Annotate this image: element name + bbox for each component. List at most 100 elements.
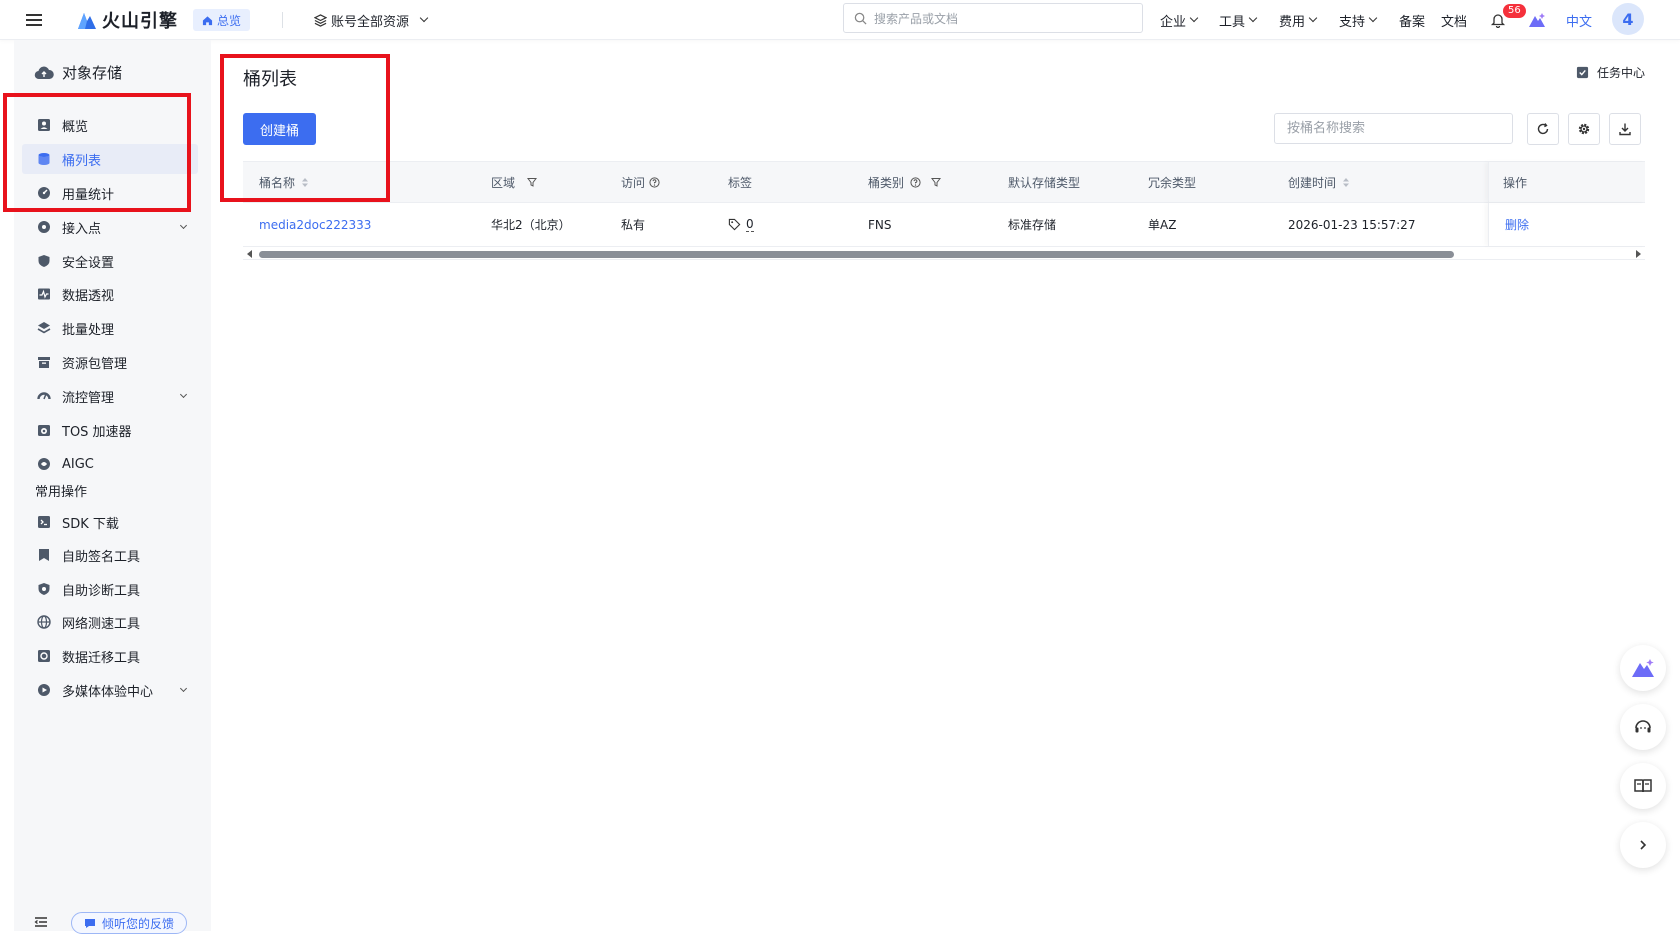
settings-button[interactable] [1568,113,1600,145]
sidebar-item-label: TOS 加速器 [62,424,132,440]
avatar[interactable]: 4 [1612,3,1644,35]
brand-name: 火山引擎 [102,11,178,32]
sidebar-item-signature-tool[interactable]: 自助签名工具 [22,540,198,570]
column-header-label: 标签 [728,175,753,190]
column-header-access[interactable]: 访问 [621,162,660,202]
bookmark-icon [36,547,52,563]
sidebar-item-speed-test[interactable]: 网络测速工具 [22,607,198,637]
customer-service-float-button[interactable] [1620,704,1666,750]
cloud-storage-icon [34,66,54,79]
ai-assistant-float-button[interactable] [1620,645,1666,691]
redundancy-cell: 单AZ [1148,218,1177,232]
help-icon [649,176,660,188]
nav-support[interactable]: 支持 [1339,0,1378,40]
sidebar-item-batch[interactable]: 批量处理 [22,313,198,343]
filter-icon [527,178,538,187]
sidebar-item-diagnose-tool[interactable]: 自助诊断工具 [22,574,198,604]
ai-assistant-icon [1632,659,1654,677]
chevron-down-icon [1368,13,1378,23]
nav-enterprise[interactable]: 企业 [1160,0,1199,40]
column-header-created[interactable]: 创建时间 [1288,162,1350,202]
nav-docs[interactable]: 文档 [1441,0,1467,40]
sidebar-item-label: AIGC [62,456,94,472]
horizontal-scrollbar[interactable] [243,248,1645,260]
task-center-label: 任务中心 [1597,66,1646,80]
pulse-icon [36,286,52,302]
access-point-icon [36,219,52,235]
column-header-redundancy: 冗余类型 [1148,162,1196,202]
sidebar-title-label: 对象存储 [62,64,123,82]
bucket-name-search-input[interactable] [1274,113,1513,144]
top-bar: 火山引擎 总览 账号全部资源 搜索产品或文档 企业 工具 费用 支持 备案 文档… [0,0,1680,40]
sidebar-item-media-center[interactable]: 多媒体体验中心 [22,675,198,705]
tags-count[interactable]: 0 [746,217,754,232]
delete-bucket-link[interactable]: 删除 [1505,203,1529,246]
sidebar-item-label: 自助签名工具 [62,549,141,565]
sidebar-item-label: 网络测速工具 [62,616,141,632]
sidebar-title[interactable]: 对象存储 [34,62,122,83]
scroll-right-icon[interactable] [1635,250,1641,258]
sidebar-item-label: 资源包管理 [62,356,128,372]
sidebar-item-access-point[interactable]: 接入点 [22,212,198,242]
expand-float-button[interactable] [1620,822,1666,868]
bucket-name-link[interactable]: media2doc222333 [259,203,371,246]
column-header-category[interactable]: 桶类别 [868,162,942,202]
nav-tools[interactable]: 工具 [1219,0,1258,40]
ops-column-cell: 删除 [1488,203,1645,246]
divider [282,12,283,28]
layers-icon [36,320,52,336]
column-header-storage-class: 默认存储类型 [1008,162,1080,202]
account-scope-selector[interactable]: 账号全部资源 [314,0,429,40]
sidebar-item-security[interactable]: 安全设置 [22,246,198,276]
tags-cell[interactable]: 0 [728,203,754,246]
task-center-button[interactable]: 任务中心 [1576,64,1645,81]
menu-icon[interactable] [26,0,42,40]
aigc-icon [36,456,52,472]
column-header-label: 桶类别 [868,175,905,190]
scroll-left-icon[interactable] [247,250,253,258]
sidebar-item-data-insight[interactable]: 数据透视 [22,279,198,309]
shield-icon [36,253,52,269]
sidebar-item-label: 数据透视 [62,288,115,304]
chevron-down-icon [1189,13,1199,23]
sidebar-item-tos-accelerator[interactable]: TOS 加速器 [22,415,198,445]
nav-billing[interactable]: 费用 [1279,0,1318,40]
nav-enterprise-label: 企业 [1160,14,1187,30]
home-button[interactable]: 总览 [193,9,251,31]
sidebar-item-label: 接入点 [62,221,102,237]
feedback-label: 倾听您的反馈 [102,916,175,931]
brand-logo[interactable]: 火山引擎 [76,0,178,40]
gauge-icon [36,388,52,404]
book-icon [1634,779,1652,793]
nav-docs-label: 文档 [1441,14,1468,30]
bucket-table: 桶名称 区域 访问 标签 桶类别 默认存储类型 冗余类型 创建时间 操作 med… [243,161,1645,247]
migrate-icon [36,648,52,664]
refresh-button[interactable] [1527,113,1559,145]
checkbox-icon [1576,66,1589,79]
main-content: 桶列表 任务中心 创建桶 桶名称 [211,40,1680,931]
nav-filing[interactable]: 备案 [1399,0,1425,40]
sidebar-item-label: SDK 下载 [62,516,119,532]
chevron-down-icon [1308,13,1318,23]
sidebar-item-sdk-download[interactable]: SDK 下载 [22,507,198,537]
scrollbar-thumb[interactable] [259,251,1454,258]
sidebar-item-packages[interactable]: 资源包管理 [22,347,198,377]
column-header-region[interactable]: 区域 [491,162,538,202]
download-icon [1619,123,1631,136]
language-switch[interactable]: 中文 [1566,0,1592,40]
docs-float-button[interactable] [1620,763,1666,809]
sidebar-item-aigc[interactable]: AIGC [22,449,198,479]
table-row: media2doc222333 华北2（北京） 私有 0 FNS 标准存储 单A… [243,203,1645,247]
sidebar-item-label: 多媒体体验中心 [62,684,154,700]
category-cell: FNS [868,217,892,232]
column-header-label: 创建时间 [1288,175,1337,190]
sidebar-item-label: 批量处理 [62,322,115,338]
sidebar-item-migration-tool[interactable]: 数据迁移工具 [22,641,198,671]
sidebar-item-flow-control[interactable]: 流控管理 [22,381,198,411]
column-header-tags: 标签 [728,162,752,202]
download-button[interactable] [1609,113,1641,145]
ai-assistant-button[interactable] [1528,0,1546,40]
terminal-icon [36,514,52,530]
global-search-input[interactable]: 搜索产品或文档 [843,3,1143,33]
collapse-sidebar-icon[interactable] [34,916,48,932]
